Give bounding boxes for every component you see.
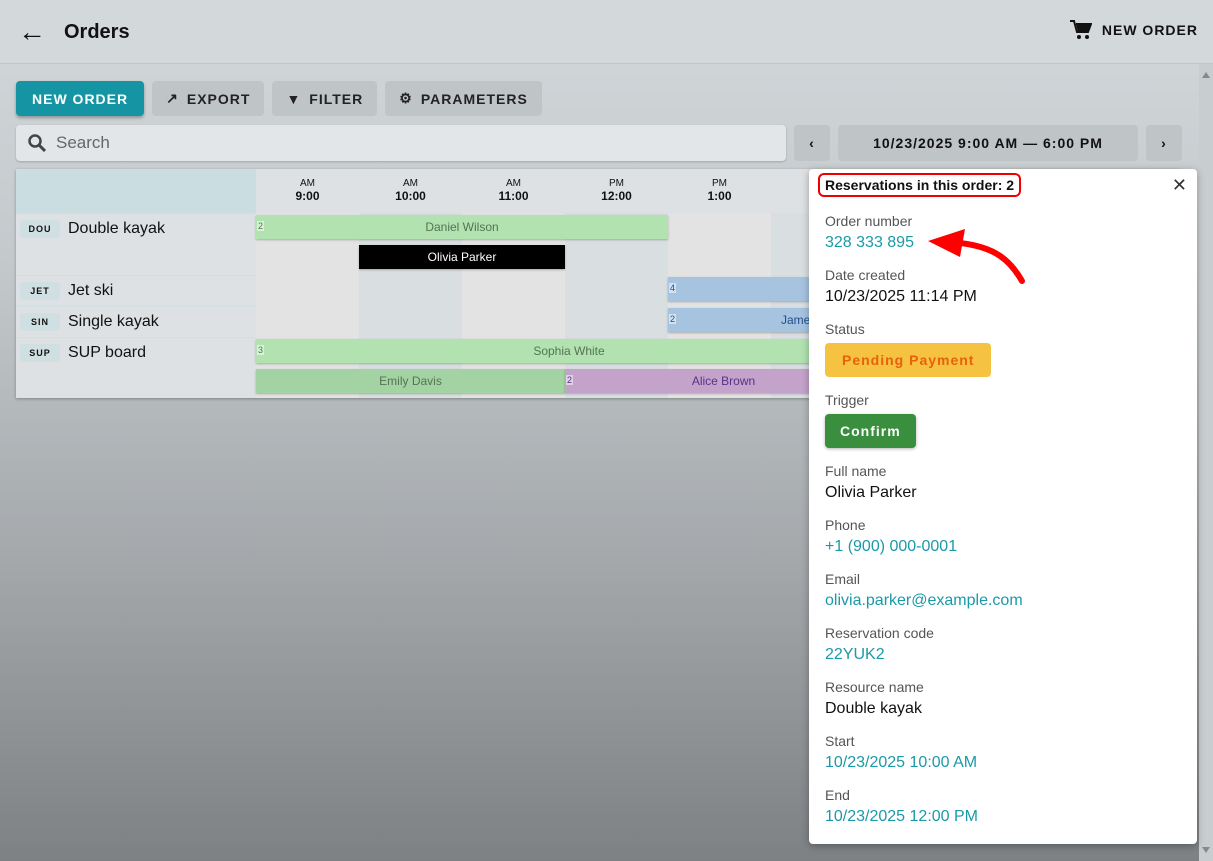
prev-date-button[interactable]: ‹ [794,125,830,161]
toolbar: NEW ORDER ↗ EXPORT ▼ FILTER ⚙ PARAMETERS [16,81,542,116]
resource-name: Double kayak [68,220,165,237]
phone-link[interactable]: +1 (900) 000-0001 [825,538,957,556]
confirm-button[interactable]: Confirm [825,414,916,448]
hour-header: PM 1:00 [707,178,732,203]
resource-name: Jet ski [68,282,114,299]
end-link[interactable]: 10/23/2025 12:00 PM [825,808,978,826]
reservations-count: Reservations in this order: 2 [818,173,1022,197]
reservation-code-field: Reservation code 22YUK2 [825,625,934,664]
resource-name-field: Resource name Double kayak [825,679,924,717]
gear-icon: ⚙ [399,90,413,106]
trigger-field: Trigger Confirm [825,392,916,448]
email-link[interactable]: olivia.parker@example.com [825,592,1023,610]
booking-daniel-wilson[interactable]: 2 Daniel Wilson [256,215,668,239]
filter-button[interactable]: ▼ FILTER [272,81,378,116]
full-name-field: Full name Olivia Parker [825,463,917,501]
resource-row: DOU Double kayak [16,213,256,275]
search-input[interactable]: Search [16,125,786,161]
back-arrow-icon[interactable]: ← [18,18,46,46]
status-badge: Pending Payment [825,343,992,377]
order-number-field: Order number 328 333 895 [825,213,914,252]
phone-field: Phone +1 (900) 000-0001 [825,517,958,556]
grid-corner [16,169,256,213]
hour-header: PM 12:00 [601,178,632,203]
new-order-button[interactable]: NEW ORDER [16,81,145,116]
order-number-link[interactable]: 328 333 895 [825,234,914,252]
cart-icon [1069,20,1092,39]
search-placeholder: Search [56,133,110,152]
scrollbar[interactable] [1199,64,1213,861]
booking-sophia-white[interactable]: 3 Sophia White [256,339,882,363]
start-link[interactable]: 10/23/2025 10:00 AM [825,754,977,772]
export-label: EXPORT [186,90,251,107]
hour-header: AM 9:00 [295,178,320,203]
booking-olivia-parker[interactable]: Olivia Parker [359,245,565,269]
page-title: Orders [64,21,130,43]
hour-header: AM 11:00 [498,178,529,203]
resource-row: SUP SUP board [16,337,256,398]
start-field: Start 10/23/2025 10:00 AM [825,733,978,772]
header-new-order-button[interactable]: NEW ORDER [1069,20,1198,40]
parameters-button[interactable]: ⚙ PARAMETERS [385,81,542,116]
app-header: ← Orders NEW ORDER [0,0,1213,64]
end-field: End 10/23/2025 12:00 PM [825,787,979,826]
filter-label: FILTER [309,90,364,107]
search-icon [28,134,46,152]
resource-row: JET Jet ski [16,275,256,306]
close-icon[interactable]: ✕ [1172,175,1187,196]
resource-name: Single kayak [68,313,159,330]
header-new-order-label: NEW ORDER [1101,22,1198,38]
annotation-arrow-icon [928,229,1025,284]
status-field: Status Pending Payment [825,321,992,377]
reservation-code-link[interactable]: 22YUK2 [825,646,934,664]
export-icon: ↗ [166,90,179,106]
resource-name: SUP board [68,344,146,361]
booking-emily-davis[interactable]: Emily Davis [256,369,565,393]
next-date-button[interactable]: › [1146,125,1182,161]
export-button[interactable]: ↗ EXPORT [152,81,265,116]
parameters-label: PARAMETERS [420,90,528,107]
resource-row: SIN Single kayak [16,306,256,337]
scroll-down-icon[interactable] [1202,847,1210,853]
resource-code: JET [20,282,60,300]
date-range-button[interactable]: 10/23/2025 9:00 AM — 6:00 PM [838,125,1138,161]
resource-code: DOU [20,220,60,238]
filter-icon: ▼ [286,90,302,107]
resource-code: SIN [20,313,60,331]
chevron-left-icon: ‹ [809,135,815,151]
scroll-up-icon[interactable] [1202,72,1210,78]
email-field: Email olivia.parker@example.com [825,571,1023,610]
hour-header: AM 10:00 [395,178,426,203]
resource-code: SUP [20,344,60,362]
chevron-right-icon: › [1161,135,1167,151]
